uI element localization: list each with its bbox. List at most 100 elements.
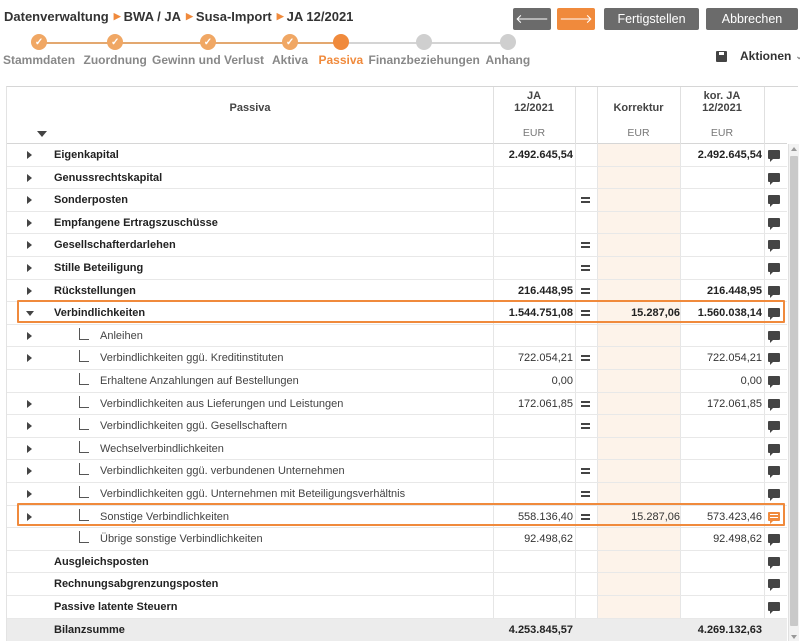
actions-menu[interactable]: Aktionen ⌄ <box>716 49 800 63</box>
table-row[interactable]: Verbindlichkeiten ggü. verbundenen Unter… <box>7 460 787 483</box>
equals-icon[interactable] <box>581 398 590 409</box>
cancel-button[interactable]: Abbrechen <box>706 8 798 30</box>
table-row[interactable]: Genussrechtskapital <box>7 167 787 190</box>
table-row[interactable]: Verbindlichkeiten ggü. Kreditinstituten 7… <box>7 347 787 370</box>
korrektur-value[interactable] <box>597 551 680 573</box>
comment-icon[interactable] <box>768 308 780 321</box>
caret-right-icon[interactable] <box>27 444 32 453</box>
equals-icon[interactable] <box>581 239 590 250</box>
finish-button[interactable]: Fertigstellen <box>604 8 699 30</box>
korrektur-value[interactable] <box>597 144 680 166</box>
breadcrumb-item[interactable]: Datenverwaltung <box>4 9 109 24</box>
comment-icon[interactable] <box>768 376 780 388</box>
breadcrumb-item[interactable]: Susa-Import <box>196 9 272 24</box>
table-row[interactable]: Verbindlichkeiten ggü. Gesellschaftern <box>7 415 787 438</box>
scroll-thumb[interactable] <box>790 156 798 626</box>
table-row[interactable]: Verbindlichkeiten 1.544.751,08 15.287,06 1.… <box>7 302 787 325</box>
korrektur-value[interactable] <box>597 370 680 392</box>
back-button[interactable]: 🡐 <box>513 8 551 30</box>
caret-right-icon[interactable] <box>27 286 32 295</box>
caret-right-icon[interactable] <box>27 241 32 250</box>
korrektur-value[interactable] <box>597 167 680 189</box>
comment-icon[interactable] <box>768 602 780 614</box>
comment-icon[interactable] <box>768 150 780 162</box>
vertical-scrollbar[interactable] <box>788 144 799 641</box>
table-row[interactable]: Rechnungsabgrenzungsposten <box>7 573 787 596</box>
table-row[interactable]: Gesellschafterdarlehen <box>7 234 787 257</box>
comment-icon[interactable] <box>768 330 780 343</box>
wizard-step[interactable]: Anhang <box>486 34 530 67</box>
table-row[interactable]: Erhaltene Anzahlungen auf Bestellungen 0,… <box>7 370 787 393</box>
caret-right-icon[interactable] <box>27 331 32 340</box>
table-row[interactable]: Verbindlichkeiten aus Lieferungen und Le… <box>7 393 787 416</box>
korrektur-value[interactable] <box>597 257 680 279</box>
comment-icon[interactable] <box>768 398 780 411</box>
table-row[interactable]: Passive latente Steuern <box>7 596 787 619</box>
korrektur-value[interactable] <box>597 460 680 482</box>
caret-right-icon[interactable] <box>27 512 32 521</box>
table-row[interactable]: Ausgleichsposten <box>7 551 787 574</box>
comment-icon[interactable] <box>768 263 780 275</box>
table-row[interactable]: Wechselverbindlichkeiten <box>7 438 787 461</box>
caret-right-icon[interactable] <box>27 196 32 205</box>
korrektur-value[interactable] <box>597 189 680 211</box>
korrektur-value[interactable] <box>597 528 680 550</box>
comment-icon[interactable] <box>768 556 780 569</box>
comment-icon[interactable] <box>768 534 780 547</box>
caret-right-icon[interactable] <box>27 399 32 408</box>
equals-icon[interactable] <box>581 465 590 476</box>
comment-icon[interactable] <box>768 489 780 501</box>
korrektur-value[interactable]: 15.287,06 <box>597 302 680 324</box>
caret-right-icon[interactable] <box>27 264 32 272</box>
equals-icon[interactable] <box>581 262 590 273</box>
equals-icon[interactable] <box>581 488 590 499</box>
caret-right-icon[interactable] <box>27 218 32 227</box>
wizard-step[interactable]: Passiva <box>319 34 363 67</box>
table-row[interactable]: Empfangene Ertragszuschüsse <box>7 212 787 235</box>
table-row[interactable]: Rückstellungen 216.448,95 216.448,95 <box>7 280 787 303</box>
breadcrumb-item[interactable]: BWA / JA <box>124 9 181 24</box>
caret-right-icon[interactable] <box>27 354 32 363</box>
scroll-down-icon[interactable] <box>791 635 797 639</box>
korrektur-value[interactable] <box>597 573 680 595</box>
korrektur-value[interactable] <box>597 483 680 505</box>
wizard-step[interactable]: ✓ Aktiva <box>272 34 308 67</box>
wizard-step[interactable]: ✓ Stammdaten <box>3 34 75 67</box>
comment-icon[interactable] <box>768 466 780 479</box>
save-icon[interactable] <box>716 50 727 62</box>
table-row[interactable]: Sonderposten <box>7 189 787 212</box>
comment-icon[interactable] <box>768 195 780 208</box>
equals-icon[interactable] <box>581 420 590 431</box>
korrektur-value[interactable] <box>597 325 680 347</box>
comment-icon[interactable] <box>768 579 780 592</box>
table-row[interactable]: Anleihen <box>7 325 787 348</box>
comment-icon[interactable] <box>768 443 780 456</box>
wizard-step[interactable]: ✓ Gewinn und Verlust <box>152 34 264 67</box>
table-row[interactable]: Stille Beteiligung <box>7 257 787 280</box>
korrektur-value[interactable]: 15.287,06 <box>597 506 680 528</box>
korrektur-value[interactable] <box>597 347 680 369</box>
equals-icon[interactable] <box>581 511 590 522</box>
caret-right-icon[interactable] <box>27 173 32 182</box>
korrektur-value[interactable] <box>597 393 680 415</box>
wizard-step[interactable]: ✓ Zuordnung <box>84 34 147 67</box>
table-row[interactable]: Übrige sonstige Verbindlichkeiten 92.498,… <box>7 528 787 551</box>
caret-right-icon[interactable] <box>27 151 32 159</box>
comment-icon[interactable] <box>768 285 780 298</box>
breadcrumb-item[interactable]: JA 12/2021 <box>287 9 354 24</box>
korrektur-value[interactable] <box>597 415 680 437</box>
caret-right-icon[interactable] <box>27 422 32 431</box>
wizard-step[interactable]: Finanzbeziehungen <box>369 34 480 67</box>
caret-down-icon[interactable] <box>26 311 34 317</box>
equals-icon[interactable] <box>581 307 590 318</box>
korrektur-value[interactable] <box>597 596 680 618</box>
scroll-up-icon[interactable] <box>791 147 797 151</box>
forward-button[interactable]: 🡒 <box>557 8 595 30</box>
comment-icon[interactable] <box>768 172 780 185</box>
table-row[interactable]: Verbindlichkeiten ggü. Unternehmen mit B… <box>7 483 787 506</box>
comment-icon[interactable] <box>768 511 780 524</box>
table-row[interactable]: Eigenkapital 2.492.645,54 2.492.645,54 <box>7 144 787 167</box>
comment-icon[interactable] <box>768 353 780 366</box>
comment-icon[interactable] <box>768 217 780 230</box>
table-row[interactable]: Sonstige Verbindlichkeiten 558.136,40 15.2… <box>7 506 787 529</box>
